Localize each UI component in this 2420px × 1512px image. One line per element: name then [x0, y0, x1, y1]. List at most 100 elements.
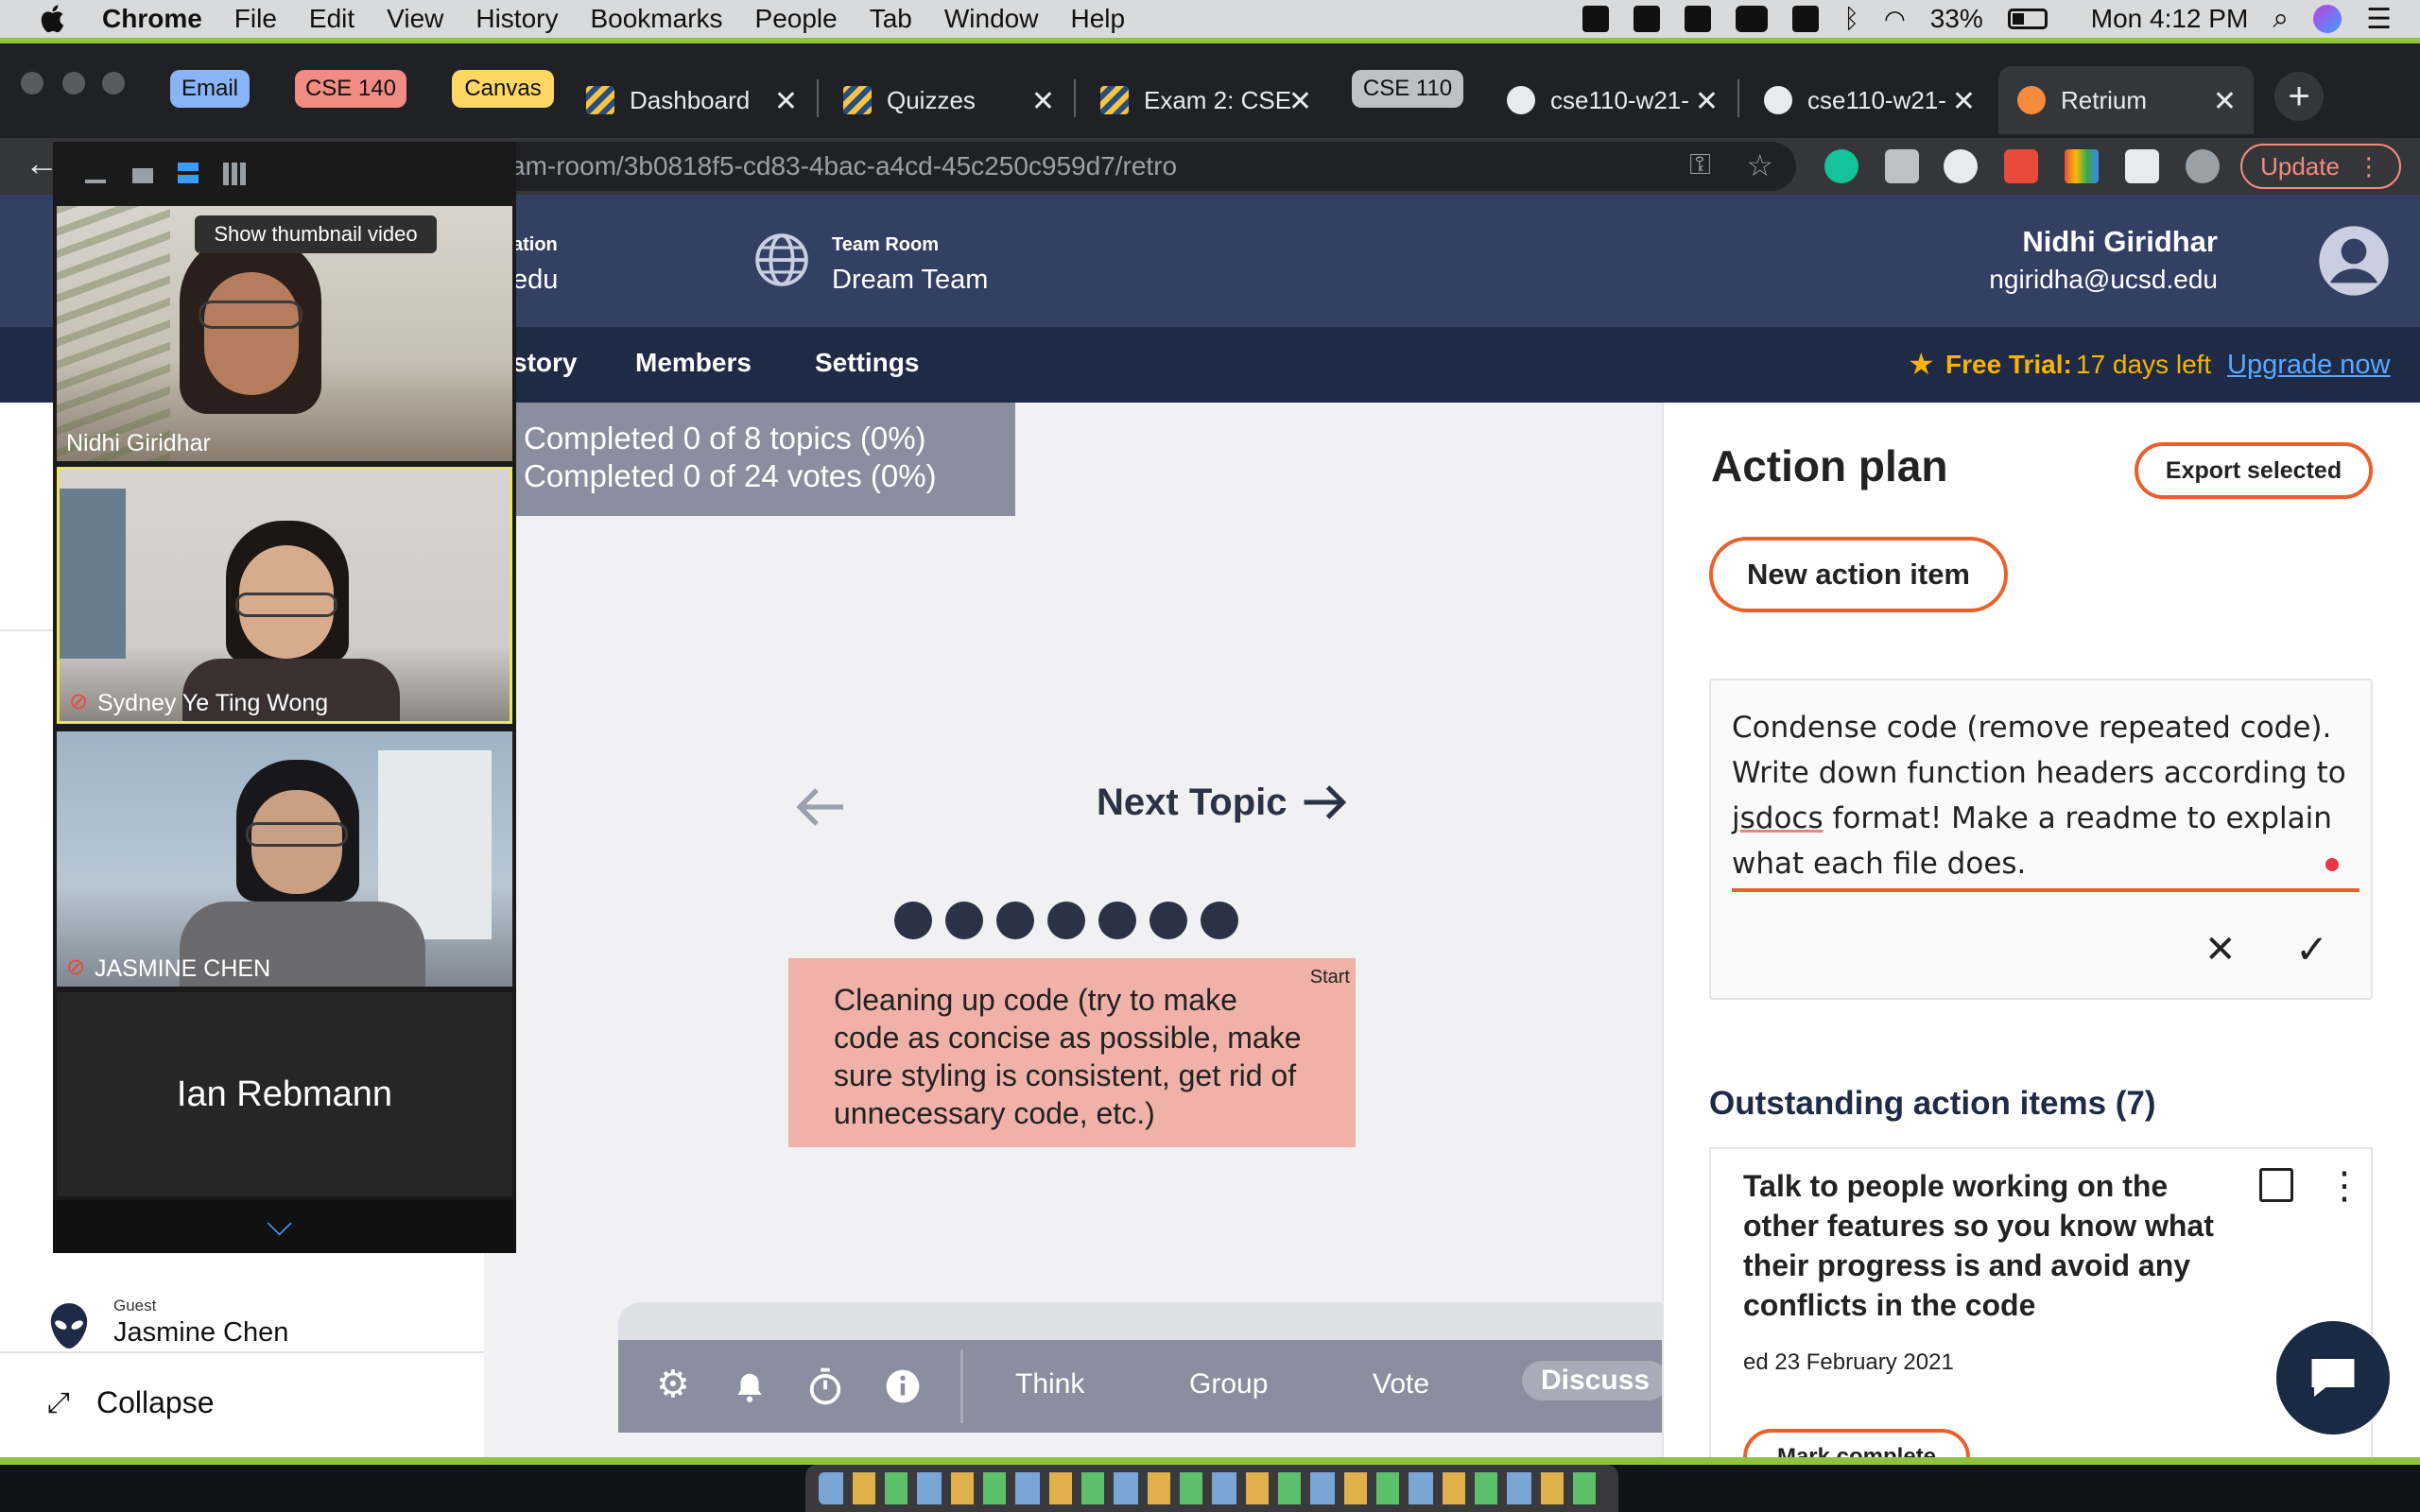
phase-discuss-active[interactable]: Discuss	[1522, 1361, 1669, 1400]
extension-s-icon[interactable]	[1944, 149, 1978, 183]
topic-dot[interactable]	[894, 902, 932, 939]
menu-help[interactable]: Help	[1070, 4, 1125, 34]
extensions-puzzle-icon[interactable]	[2125, 149, 2159, 183]
chat-widget-button[interactable]	[2276, 1321, 2390, 1435]
topic-card[interactable]: Start Cleaning up code (try to make code…	[788, 958, 1356, 1147]
extension-color-icon[interactable]	[2065, 149, 2099, 183]
window-minimize-button[interactable]	[62, 72, 85, 94]
zoom-single-view-icon[interactable]	[132, 168, 153, 183]
video-tile-ian[interactable]: Ian Rebmann	[57, 992, 512, 1196]
bookmark-star-icon[interactable]: ☆	[1746, 147, 1773, 183]
tab-dashboard[interactable]: Dashboard ✕	[567, 66, 815, 134]
profile-avatar-icon[interactable]	[2186, 149, 2220, 183]
video-tile-jasmine[interactable]: ⊘ JASMINE CHEN	[57, 731, 512, 987]
nav-members[interactable]: Members	[635, 348, 752, 378]
nav-settings[interactable]: Settings	[815, 348, 919, 378]
camera-status-icon[interactable]	[1736, 6, 1769, 32]
topic-dot[interactable]	[1047, 902, 1085, 939]
tab-close-icon[interactable]: ✕	[2213, 85, 2237, 118]
chevron-down-icon[interactable]: ⌵	[267, 1204, 292, 1245]
select-checkbox[interactable]	[2259, 1168, 2293, 1202]
phase-think[interactable]: Think	[1015, 1368, 1084, 1400]
screen-status-icon[interactable]	[1792, 6, 1820, 32]
tab-close-icon[interactable]: ✕	[1695, 85, 1719, 118]
previous-topic-arrow-icon[interactable]	[794, 784, 847, 830]
apple-logo-icon[interactable]	[38, 3, 70, 35]
video-tile-sydney[interactable]: ⊘ Sydney Ye Ting Wong	[57, 467, 512, 724]
tab-group-canvas[interactable]: Canvas	[452, 70, 554, 108]
cancel-x-icon[interactable]: ✕	[2204, 928, 2237, 971]
tab-close-icon[interactable]: ✕	[1952, 85, 1976, 118]
menubar-clock[interactable]: Mon 4:12 PM	[2091, 4, 2249, 34]
zoom-gallery-view-icon[interactable]	[223, 163, 246, 185]
zoom-status-icon[interactable]	[1582, 6, 1610, 32]
menu-window[interactable]: Window	[944, 4, 1039, 34]
tab-retrium-active[interactable]: Retrium ✕	[1998, 66, 2254, 134]
tab-github-2[interactable]: cse110-w21- ✕	[1745, 66, 1993, 134]
topic-dot[interactable]	[996, 902, 1034, 939]
new-action-item-button[interactable]: New action item	[1709, 537, 2008, 612]
topic-dot[interactable]	[1201, 902, 1238, 939]
menu-history[interactable]: History	[475, 4, 558, 34]
confirm-check-icon[interactable]: ✓	[2295, 926, 2328, 972]
settings-gear-icon[interactable]: ⚙	[656, 1363, 690, 1406]
topic-dot[interactable]	[945, 902, 983, 939]
next-topic-button[interactable]: Next Topic	[1097, 781, 1348, 824]
spotlight-search-icon[interactable]: ⌕	[2273, 3, 2289, 35]
zoom-strip-view-icon[interactable]	[178, 163, 199, 183]
address-url[interactable]: am-room/3b0818f5-cd83-4bac-a4cd-45c250c9…	[510, 151, 1177, 181]
tab-exam2[interactable]: Exam 2: CSE ✕	[1081, 66, 1329, 134]
dock-app-icons[interactable]	[819, 1472, 1603, 1504]
action-item-textarea[interactable]: Condense code (remove repeated code). Wr…	[1732, 705, 2346, 886]
window-zoom-button[interactable]	[102, 72, 125, 94]
menu-bookmarks[interactable]: Bookmarks	[590, 4, 722, 34]
bluetooth-icon[interactable]: ᛒ	[1843, 4, 1859, 34]
key-icon[interactable]: ⚿	[1689, 149, 1711, 181]
tab-quizzes[interactable]: Quizzes ✕	[824, 66, 1072, 134]
menu-view[interactable]: View	[387, 4, 443, 34]
dropbox-status-icon[interactable]	[1634, 6, 1661, 32]
tab-close-icon[interactable]: ✕	[1031, 85, 1055, 118]
tab-group-email[interactable]: Email	[170, 70, 250, 108]
chrome-update-button[interactable]: Update ⋮	[2240, 144, 2401, 189]
notification-center-icon[interactable]: ☰	[2366, 3, 2392, 36]
new-tab-button[interactable]: +	[2274, 72, 2324, 121]
grammarly-extension-icon[interactable]	[1824, 149, 1858, 183]
battery-icon[interactable]	[2007, 9, 2048, 29]
tab-group-cse110[interactable]: CSE 110	[1352, 70, 1463, 108]
mail-status-icon[interactable]	[1685, 6, 1712, 32]
menu-tab[interactable]: Tab	[870, 4, 912, 34]
export-selected-button[interactable]: Export selected	[2135, 442, 2373, 499]
tab-close-icon[interactable]: ✕	[1288, 85, 1312, 118]
collapse-button[interactable]: ⤢ Collapse	[47, 1385, 215, 1420]
battery-percent[interactable]: 33%	[1930, 4, 1983, 34]
tab-github-1[interactable]: cse110-w21- ✕	[1488, 66, 1736, 134]
grammarly-indicator[interactable]	[2325, 858, 2339, 871]
zoom-minimize-icon[interactable]	[85, 180, 106, 183]
info-icon[interactable]	[885, 1368, 921, 1404]
video-tile-nidhi[interactable]: Show thumbnail video Nidhi Giridhar	[57, 206, 512, 461]
siri-icon[interactable]	[2313, 5, 2342, 33]
org-value[interactable]: edu	[512, 265, 558, 296]
extension-tp-icon[interactable]	[2004, 149, 2038, 183]
phase-vote[interactable]: Vote	[1373, 1368, 1429, 1400]
tab-close-icon[interactable]: ✕	[774, 85, 798, 118]
team-room-name[interactable]: Dream Team	[832, 265, 988, 296]
menu-file[interactable]: File	[234, 4, 277, 34]
menu-people[interactable]: People	[755, 4, 838, 34]
menu-app-chrome[interactable]: Chrome	[102, 4, 202, 34]
item-more-icon[interactable]: ⋮	[2325, 1164, 2363, 1208]
upgrade-link[interactable]: Upgrade now	[2227, 350, 2391, 381]
window-close-button[interactable]	[21, 72, 43, 94]
wifi-icon[interactable]: ◠	[1884, 5, 1906, 34]
topic-dot[interactable]	[1150, 902, 1187, 939]
tab-group-cse140[interactable]: CSE 140	[295, 70, 406, 108]
user-avatar-icon[interactable]	[2316, 223, 2392, 299]
timer-icon[interactable]	[807, 1366, 843, 1406]
phase-group[interactable]: Group	[1189, 1368, 1268, 1400]
extension-k-icon[interactable]	[1885, 149, 1919, 183]
menu-edit[interactable]: Edit	[309, 4, 354, 34]
alarm-bell-icon[interactable]	[732, 1368, 768, 1406]
nav-history[interactable]: story	[512, 348, 577, 378]
topic-dot[interactable]	[1098, 902, 1136, 939]
